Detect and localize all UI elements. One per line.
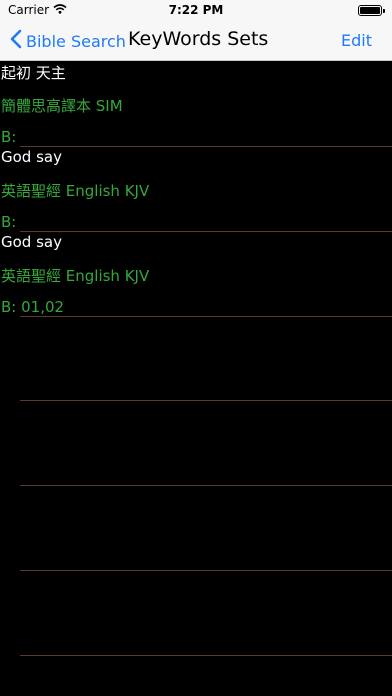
navigation-bar: Bible Search KeyWords Sets Edit (0, 21, 392, 61)
page-title: KeyWords Sets (128, 28, 269, 50)
back-button[interactable]: Bible Search (10, 29, 126, 53)
header-keywords: 起初 天主 (1, 64, 66, 82)
row-divider (20, 570, 392, 571)
row-divider (20, 146, 392, 147)
bible-version-label: 簡體思高譯本 SIM (1, 97, 123, 115)
status-bar: Carrier 7:22 PM (0, 0, 392, 21)
row-divider (20, 400, 392, 401)
edit-button[interactable]: Edit (341, 31, 372, 50)
bible-version-label: 英語聖經 English KJV (1, 182, 150, 200)
bible-version-label: 英語聖經 English KJV (1, 267, 150, 285)
row-divider (20, 655, 392, 656)
chevron-left-icon (10, 29, 22, 53)
status-time: 7:22 PM (168, 3, 224, 17)
books-label: B: (1, 128, 17, 146)
row-divider (20, 485, 392, 486)
back-button-label: Bible Search (26, 31, 126, 51)
row-divider (20, 316, 392, 317)
battery-icon (358, 5, 385, 16)
keywords-label: God say (1, 148, 62, 166)
row-divider (20, 231, 392, 232)
books-label: B: (1, 213, 17, 231)
screen: { "status_bar": { "carrier": "Carrier", … (0, 0, 392, 696)
books-label: B: 01,02 (1, 298, 65, 316)
keywords-label: God say (1, 233, 62, 251)
